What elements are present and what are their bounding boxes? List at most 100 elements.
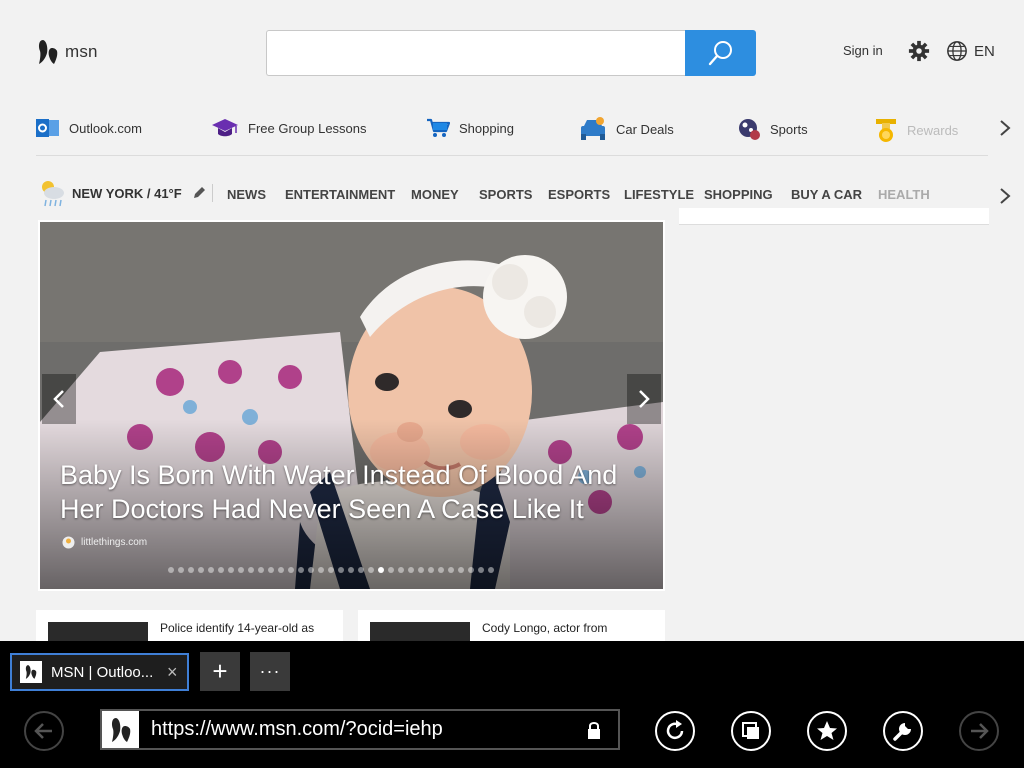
settings-button[interactable]	[908, 40, 930, 67]
edit-pencil-icon[interactable]	[192, 186, 206, 200]
carousel-dots	[168, 567, 494, 573]
back-button[interactable]	[24, 711, 64, 751]
carousel-dot[interactable]	[468, 567, 474, 573]
msn-logo-text: msn	[65, 42, 98, 61]
quick-link-label: Car Deals	[616, 121, 674, 137]
msn-butterfly-icon	[39, 40, 58, 64]
lock-icon[interactable]	[586, 720, 602, 740]
nav-shopping[interactable]: SHOPPING	[704, 187, 773, 202]
nav-sports[interactable]: SPORTS	[479, 187, 532, 202]
search-input[interactable]	[266, 30, 685, 76]
carousel-next-button[interactable]	[627, 374, 661, 424]
back-arrow-icon	[34, 723, 52, 739]
nav-entertainment[interactable]: ENTERTAINMENT	[285, 187, 395, 202]
article-card[interactable]: Police identify 14-year-old as	[36, 610, 343, 642]
article-card[interactable]: Cody Longo, actor from	[358, 610, 665, 642]
carousel-dot[interactable]	[178, 567, 184, 573]
language-selector[interactable]: EN	[946, 40, 995, 62]
hero-headline[interactable]: Baby Is Born With Water Instead Of Blood…	[60, 458, 650, 526]
carousel-dot[interactable]	[228, 567, 234, 573]
nav-lifestyle[interactable]: LIFESTYLE	[624, 187, 694, 202]
favorites-button[interactable]	[807, 711, 847, 751]
browser-bar: MSN | Outloo... × + ··· https://www.msn.…	[0, 641, 1024, 768]
forward-button[interactable]	[959, 711, 999, 751]
carousel-dot[interactable]	[408, 567, 414, 573]
browser-tab[interactable]: MSN | Outloo... ×	[10, 653, 189, 691]
article-thumbnail	[370, 622, 470, 642]
gear-icon	[908, 40, 930, 62]
carousel-dot[interactable]	[208, 567, 214, 573]
carousel-dot[interactable]	[248, 567, 254, 573]
nav-next-button[interactable]	[998, 186, 1012, 211]
nav-health[interactable]: HEALTH	[878, 187, 930, 202]
carousel-dot[interactable]	[188, 567, 194, 573]
rewards-medal-icon	[876, 119, 896, 142]
carousel-dot[interactable]	[238, 567, 244, 573]
carousel-dot[interactable]	[458, 567, 464, 573]
sports-ball-icon	[739, 119, 760, 140]
globe-icon	[947, 41, 967, 61]
address-bar[interactable]: https://www.msn.com/?ocid=iehp	[100, 709, 620, 750]
nav-buy-a-car[interactable]: BUY A CAR	[791, 187, 862, 202]
carousel-dot[interactable]	[428, 567, 434, 573]
carousel-dot[interactable]	[268, 567, 274, 573]
carousel-dot[interactable]	[448, 567, 454, 573]
carousel-dot[interactable]	[488, 567, 494, 573]
quick-link-label: Shopping	[459, 120, 514, 136]
carousel-dot[interactable]	[478, 567, 484, 573]
weather-location-temp: NEW YORK / 41°F	[72, 185, 182, 201]
quick-links-next-button[interactable]	[998, 118, 1012, 143]
carousel-dot[interactable]	[298, 567, 304, 573]
msn-butterfly-icon	[111, 717, 130, 742]
chevron-left-icon	[53, 390, 64, 408]
search-bar	[266, 30, 756, 76]
language-label: EN	[974, 42, 995, 60]
refresh-button[interactable]	[655, 711, 695, 751]
quick-link-car-deals[interactable]: Car Deals	[579, 117, 674, 141]
carousel-dot[interactable]	[368, 567, 374, 573]
carousel-dot[interactable]	[378, 567, 384, 573]
article-title: Police identify 14-year-old as	[160, 621, 315, 635]
carousel-dot[interactable]	[328, 567, 334, 573]
carousel-dot[interactable]	[338, 567, 344, 573]
quick-link-outlook[interactable]: Outlook.com	[36, 117, 142, 139]
carousel-dot[interactable]	[288, 567, 294, 573]
search-icon	[708, 41, 732, 66]
carousel-dot[interactable]	[278, 567, 284, 573]
hero-carousel[interactable]: Baby Is Born With Water Instead Of Blood…	[38, 220, 665, 591]
msn-logo[interactable]: msn	[37, 38, 98, 66]
quick-link-shopping[interactable]: Shopping	[426, 117, 514, 139]
quick-link-label: Sports	[770, 121, 808, 137]
search-button[interactable]	[685, 30, 756, 76]
carousel-dot[interactable]	[358, 567, 364, 573]
carousel-dot[interactable]	[348, 567, 354, 573]
shopping-cart-icon	[427, 118, 450, 137]
url-text[interactable]: https://www.msn.com/?ocid=iehp	[151, 718, 586, 741]
carousel-dot[interactable]	[438, 567, 444, 573]
tab-options-button[interactable]: ···	[250, 652, 290, 691]
weather-widget[interactable]: NEW YORK / 41°F	[38, 178, 206, 208]
quick-link-label: Outlook.com	[69, 120, 142, 136]
carousel-dot[interactable]	[418, 567, 424, 573]
new-tab-button[interactable]: +	[200, 652, 240, 691]
quick-link-free-group-lessons[interactable]: Free Group Lessons	[211, 117, 367, 139]
tabs-button[interactable]	[731, 711, 771, 751]
carousel-dot[interactable]	[218, 567, 224, 573]
carousel-dot[interactable]	[198, 567, 204, 573]
nav-money[interactable]: MONEY	[411, 187, 459, 202]
chevron-right-icon	[1000, 188, 1011, 204]
carousel-dot[interactable]	[168, 567, 174, 573]
carousel-dot[interactable]	[398, 567, 404, 573]
nav-esports[interactable]: ESPORTS	[548, 187, 610, 202]
carousel-dot[interactable]	[318, 567, 324, 573]
quick-link-rewards[interactable]: Rewards	[874, 117, 958, 143]
carousel-dot[interactable]	[388, 567, 394, 573]
nav-news[interactable]: NEWS	[227, 187, 266, 202]
quick-link-sports[interactable]: Sports	[737, 117, 808, 141]
close-tab-button[interactable]: ×	[167, 662, 178, 683]
sign-in-link[interactable]: Sign in	[843, 43, 883, 58]
carousel-dot[interactable]	[258, 567, 264, 573]
tools-button[interactable]	[883, 711, 923, 751]
carousel-dot[interactable]	[308, 567, 314, 573]
carousel-prev-button[interactable]	[42, 374, 76, 424]
